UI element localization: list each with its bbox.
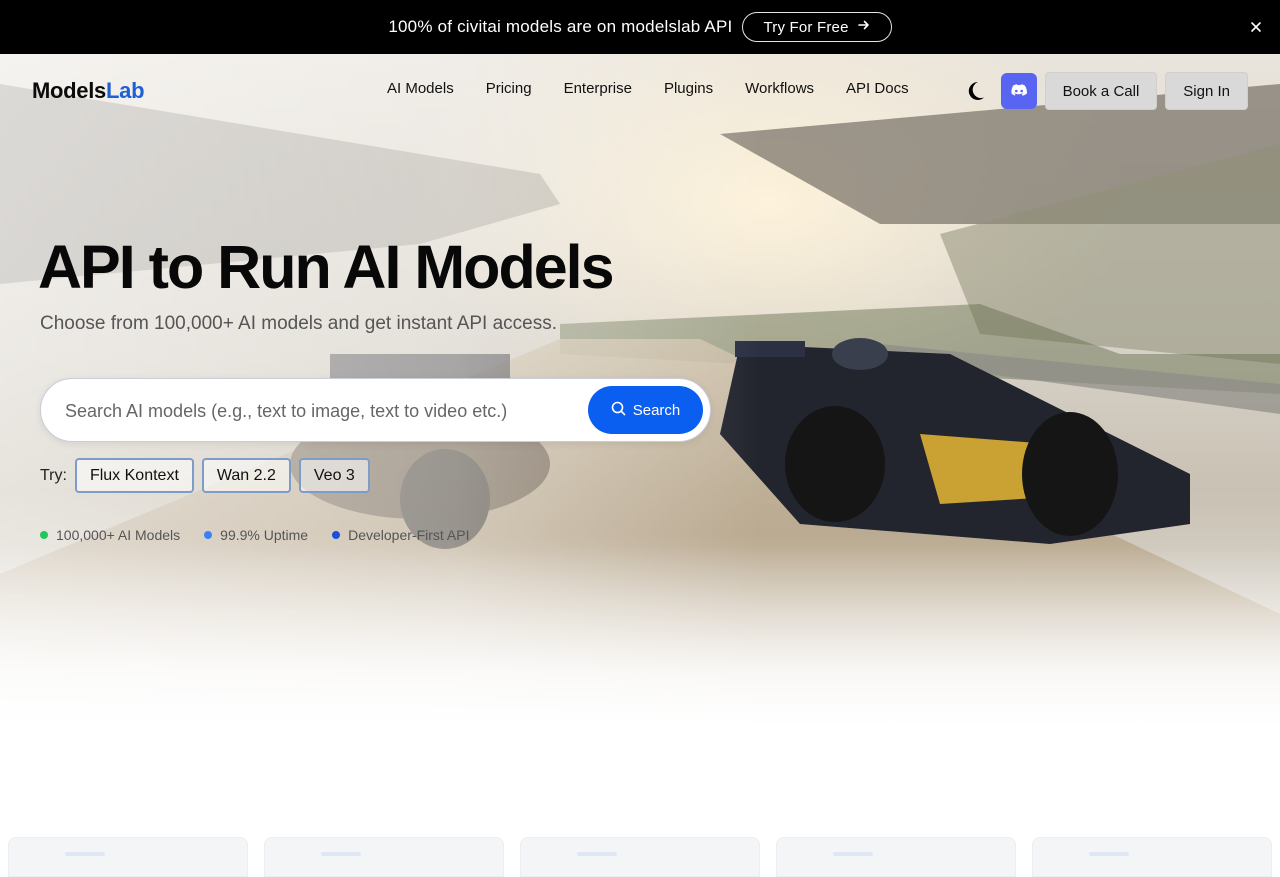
try-label: Try:: [40, 466, 67, 484]
stat-uptime: 99.9% Uptime: [204, 527, 308, 543]
nav-actions: Book a Call Sign In: [961, 72, 1248, 110]
feature-card[interactable]: [264, 837, 504, 877]
nav-link-ai-models[interactable]: AI Models: [371, 80, 470, 97]
feature-cards: [8, 837, 1272, 877]
stat-developer-api: Developer-First API: [332, 527, 469, 543]
feature-card[interactable]: [1032, 837, 1272, 877]
logo-models: Models: [32, 78, 106, 103]
logo[interactable]: Models Lab: [32, 78, 145, 104]
search-icon: [611, 401, 626, 420]
search-button[interactable]: Search: [588, 386, 703, 434]
try-chip-veo-3[interactable]: Veo 3: [298, 458, 370, 493]
logo-lab: Lab: [106, 78, 145, 103]
nav-link-workflows[interactable]: Workflows: [729, 80, 830, 97]
stat-uptime-label: 99.9% Uptime: [220, 527, 309, 543]
nav-link-api-docs[interactable]: API Docs: [830, 80, 925, 97]
moon-icon[interactable]: [961, 77, 989, 105]
try-chip-flux-kontext[interactable]: Flux Kontext: [74, 458, 194, 493]
top-nav: Models Lab AI Models Pricing Enterprise P…: [0, 54, 1280, 128]
nav-link-pricing[interactable]: Pricing: [470, 80, 548, 97]
feature-card[interactable]: [520, 837, 760, 877]
nav-link-plugins[interactable]: Plugins: [648, 80, 729, 97]
close-icon[interactable]: [1246, 17, 1266, 37]
try-for-free-label: Try For Free: [763, 18, 849, 36]
feature-card[interactable]: [776, 837, 1016, 877]
book-a-call-button[interactable]: Book a Call: [1044, 72, 1158, 110]
try-for-free-button[interactable]: Try For Free: [742, 12, 892, 42]
hero-subtitle: Choose from 100,000+ AI models and get i…: [40, 313, 558, 334]
sign-in-button[interactable]: Sign In: [1165, 72, 1248, 110]
search-button-label: Search: [632, 401, 681, 419]
nav-link-enterprise[interactable]: Enterprise: [548, 80, 648, 97]
status-dot: [204, 531, 213, 539]
nav-links: AI Models Pricing Enterprise Plugins Wor…: [371, 80, 925, 97]
try-suggestions: Try: Flux Kontext Wan 2.2 Veo 3: [40, 458, 370, 493]
promo-text: 100% of civitai models are on modelslab …: [388, 17, 733, 36]
status-dot: [332, 531, 341, 539]
arrow-right-icon: [857, 18, 871, 36]
feature-card[interactable]: [8, 837, 248, 877]
search-input[interactable]: [65, 397, 585, 425]
status-dot: [40, 531, 48, 539]
hero-bottom-fade: [0, 546, 1280, 726]
try-chip-wan-2-2[interactable]: Wan 2.2: [201, 458, 291, 493]
hero-stats: 100,000+ AI Models 99.9% Uptime Develope…: [40, 527, 469, 543]
promo-banner: 100% of civitai models are on modelslab …: [0, 0, 1280, 54]
hero-title: API to Run AI Models: [38, 233, 614, 301]
search-bar: Search: [40, 378, 711, 442]
stat-models-label: 100,000+ AI Models: [56, 527, 181, 543]
discord-icon[interactable]: [1000, 73, 1037, 109]
stat-developer-api-label: Developer-First API: [348, 527, 470, 543]
stat-models: 100,000+ AI Models: [40, 527, 180, 543]
